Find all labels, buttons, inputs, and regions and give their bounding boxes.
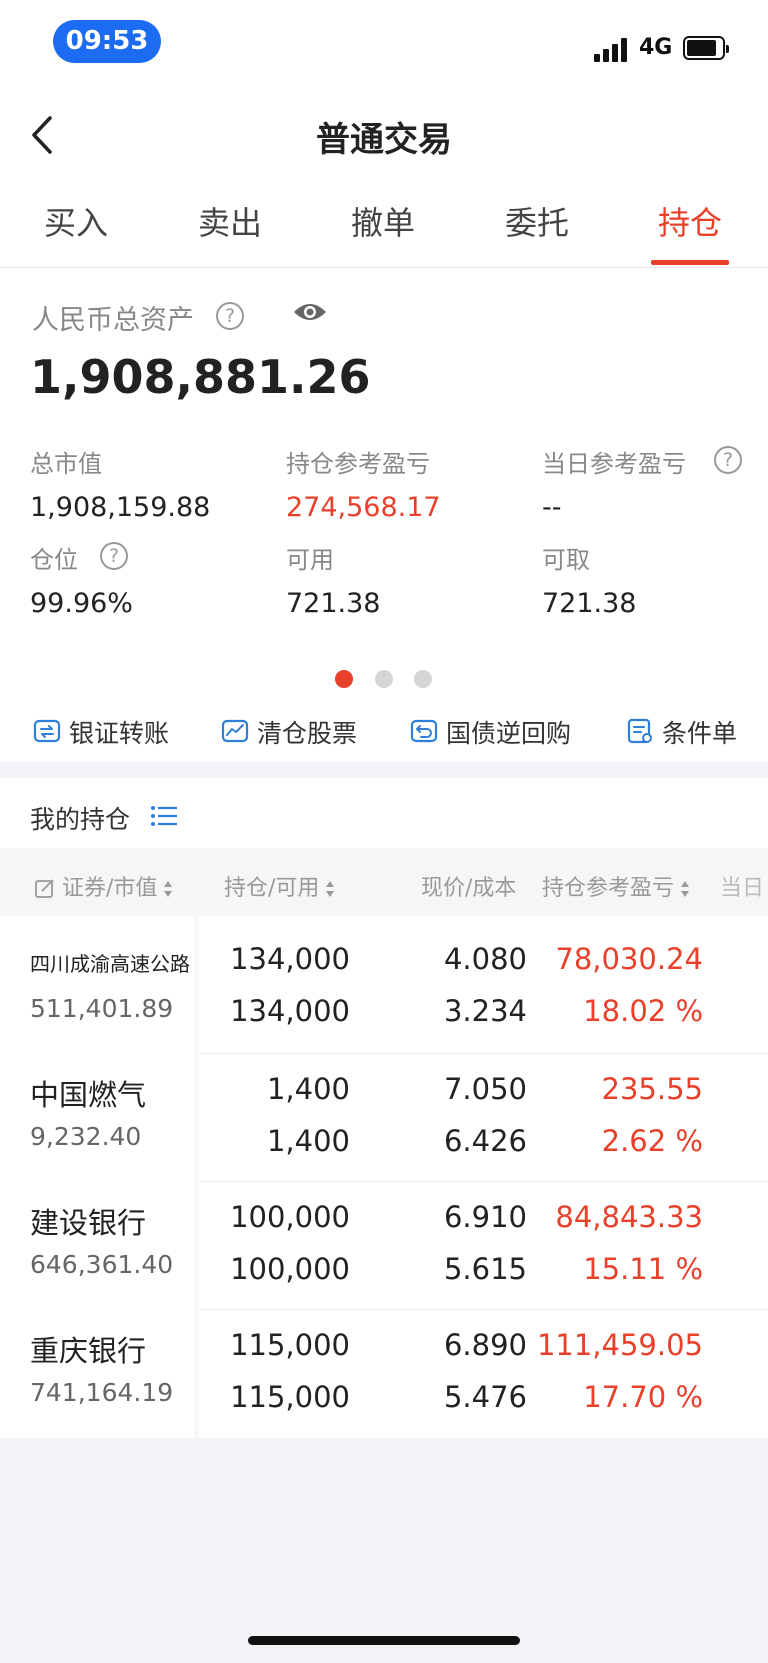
available-value: 721.38 [286,588,381,619]
holding-row[interactable]: 建设银行 646,361.40 100,000 100,000 6.910 5.… [0,1182,768,1310]
withdrawable-value: 721.38 [542,588,637,619]
daily-pnl-value: -- [542,492,562,523]
tab-cancel-order[interactable]: 撤单 [351,198,415,244]
current-price: 6.910 [443,1200,527,1234]
available-qty: 1,400 [266,1124,350,1158]
cost-price: 5.476 [443,1380,527,1414]
stock-market-value: 9,232.40 [30,1122,142,1151]
available-qty: 100,000 [230,1252,350,1286]
list-view-icon[interactable] [150,804,178,828]
page-dot-3[interactable] [414,670,432,688]
holding-pnl-value: 274,568.17 [286,492,441,523]
position-qty: 1,400 [266,1072,350,1106]
column-security[interactable]: 证券/市值 [34,870,173,902]
nav-bar: 普通交易 [0,90,768,180]
assets-summary: 人民币总资产 ? 1,908,881.26 总市值 1,908,159.88 持… [0,268,768,700]
tab-sell[interactable]: 卖出 [198,198,262,244]
clear-stock-icon [221,719,249,743]
status-bar: 09:53 4G [0,0,768,90]
holding-pnl: 235.55 [601,1072,703,1106]
available-label: 可用 [286,546,334,574]
tab-holdings[interactable]: 持仓 [658,198,722,244]
holdings-title: 我的持仓 [30,805,131,834]
sort-icon [326,881,335,897]
bank-transfer-label: 银证转账 [69,719,170,748]
available-qty: 115,000 [230,1380,350,1414]
eye-icon[interactable] [292,300,328,324]
stock-market-value: 646,361.40 [30,1250,174,1279]
cost-price: 6.426 [443,1124,527,1158]
daily-pnl-help-icon[interactable]: ? [714,446,742,474]
trade-tabs: 买入 卖出 撤单 委托 持仓 [0,180,768,268]
market-value-label: 总市值 [30,450,102,478]
battery-icon [683,36,729,60]
position-qty: 100,000 [230,1200,350,1234]
page-title: 普通交易 [316,120,452,160]
position-ratio-label: 仓位 [30,546,78,574]
position-ratio-value: 99.96% [30,588,133,619]
tab-orders[interactable]: 委托 [505,198,569,244]
holding-pnl-pct: 17.70 % [583,1380,703,1414]
quick-actions-bar: 银证转账 清仓股票 国债逆回购 条件单 [0,700,768,762]
current-price: 4.080 [443,942,527,976]
position-qty: 115,000 [230,1328,350,1362]
conditional-order-icon [627,718,652,744]
network-type: 4G [639,35,673,60]
column-daily-truncated[interactable]: 当日 [720,870,768,902]
holding-pnl: 111,459.05 [536,1328,703,1362]
help-icon[interactable]: ? [216,302,244,330]
holdings-column-header: 证券/市值 持仓/可用 现价/成本 持仓参考盈亏 当日 [0,848,768,916]
holding-pnl-pct: 18.02 % [583,994,703,1028]
total-assets-value: 1,908,881.26 [30,350,371,404]
stock-name: 中国燃气 [30,1078,147,1112]
position-help-icon[interactable]: ? [100,542,128,570]
market-value-value: 1,908,159.88 [30,492,211,523]
holding-pnl-pct: 2.62 % [601,1124,703,1158]
stock-market-value: 511,401.89 [30,994,174,1023]
stock-name: 四川成渝高速公路 [30,952,190,976]
page-dot-2[interactable] [375,670,393,688]
holding-pnl: 78,030.24 [555,942,703,976]
holding-pnl: 84,843.33 [555,1200,703,1234]
edit-icon [35,879,54,898]
column-pnl[interactable]: 持仓参考盈亏 [542,870,690,902]
current-price: 6.890 [443,1328,527,1362]
column-security-label: 证券/市值 [62,876,158,901]
bank-transfer-icon [33,719,61,743]
column-pnl-label: 持仓参考盈亏 [542,876,675,901]
clear-stock-label: 清仓股票 [257,719,358,748]
daily-pnl-label: 当日参考盈亏 [542,450,686,478]
cost-price: 3.234 [443,994,527,1028]
withdrawable-label: 可取 [542,546,590,574]
page-dot-1[interactable] [335,670,353,688]
available-qty: 134,000 [230,994,350,1028]
sort-icon [164,881,173,897]
active-tab-indicator [651,260,729,265]
stock-name: 重庆银行 [30,1334,147,1368]
sort-icon [681,881,690,897]
column-position[interactable]: 持仓/可用 [224,870,335,902]
current-price: 7.050 [443,1072,527,1106]
holding-pnl-label: 持仓参考盈亏 [286,450,430,478]
holding-row[interactable]: 中国燃气 9,232.40 1,400 1,400 7.050 6.426 23… [0,1054,768,1182]
home-indicator[interactable] [248,1636,520,1645]
tab-buy[interactable]: 买入 [44,198,108,244]
column-price[interactable]: 现价/成本 [421,870,516,902]
cost-price: 5.615 [443,1252,527,1286]
holdings-section: 我的持仓 证券/市值 持仓/可用 现价/成本 持仓参考盈亏 当日 四川成渝高速公… [0,778,768,1438]
position-qty: 134,000 [230,942,350,976]
holding-pnl-pct: 15.11 % [583,1252,703,1286]
repo-icon [410,719,438,743]
total-assets-label: 人民币总资产 [32,305,194,336]
column-position-label: 持仓/可用 [224,876,320,901]
status-time: 09:53 [53,20,161,63]
conditional-order-label: 条件单 [662,719,738,748]
repo-label: 国债逆回购 [446,719,572,748]
cellular-signal-icon [594,38,630,62]
holding-row[interactable]: 重庆银行 741,164.19 115,000 115,000 6.890 5.… [0,1310,768,1438]
stock-name: 建设银行 [30,1206,147,1240]
holding-row[interactable]: 四川成渝高速公路 511,401.89 134,000 134,000 4.08… [0,916,768,1044]
stock-market-value: 741,164.19 [30,1378,174,1407]
